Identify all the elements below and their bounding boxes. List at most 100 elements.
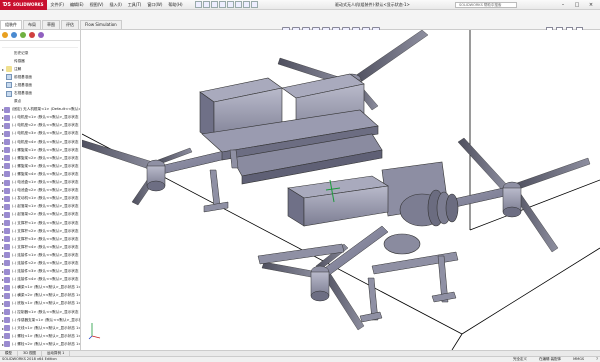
tree-item[interactable]: ▸ (-) 发动机<1> (默认<<默认>_显示状态 1>) (2, 195, 80, 203)
menu-item[interactable]: 插入(I) (109, 2, 121, 8)
tree-item[interactable]: 历史记录 (2, 49, 80, 57)
tree-item[interactable]: ▸ (-) 螺旋桨<1> (默认<<默认>_显示状态 1>) (2, 146, 80, 154)
tree-item[interactable]: ▸ (-) 电池盒<1> (默认<<默认>_显示状态 1>) (2, 179, 80, 187)
solidworks-logo[interactable]: ƊS SOLIDWORKS (0, 0, 47, 10)
tree-item[interactable]: ▸ (-) 螺旋桨<4> (默认<<默认>_显示状态 1>) (2, 170, 80, 178)
part-icon (4, 147, 11, 154)
tree-item-label: (-) 电池盒<2> (默认<<默认>_显示状态 1>) (12, 188, 80, 193)
tree-item[interactable]: ▸ (-) 连接件<2> (默认<<默认>_显示状态 1>) (2, 259, 80, 267)
save-icon[interactable] (210, 1, 218, 8)
tree-item[interactable]: ▸ (-) 螺栓<2> (默认<<默认>_显示状态 1>) (2, 340, 80, 348)
tree-item[interactable]: ▸ (-) 控制器<1> (默认<<默认>_显示状态 1>) (2, 308, 80, 316)
tree-filter[interactable] (2, 42, 78, 48)
display-manager-tab-icon[interactable] (38, 32, 44, 38)
open-file-icon[interactable] (202, 1, 210, 8)
tree-item-label: (-) 控制器<1> (默认<<默认>_显示状态 1>) (12, 309, 80, 314)
menu-item[interactable]: 视图(V) (90, 2, 104, 8)
status-version: SOLIDWORKS 2018 x64 Edition (2, 357, 57, 361)
command-tab[interactable]: 评估 (61, 20, 79, 29)
tree-item-label: (-) 电机座<4> (默认<<默认>_显示状态 1>) (12, 139, 80, 144)
tree-item-label: (-) 连接件<4> (默认<<默认>_显示状态 1>) (12, 277, 80, 282)
tree-item-label: (-) 起落架<1> (默认<<默认>_显示状态 1>) (12, 204, 80, 209)
dimxpert-tab-icon[interactable] (29, 32, 35, 38)
solidworks-window: ƊS SOLIDWORKS 文件(F) 编辑(E) 视图(V) 插入(I) 工具(T) 窗… (0, 0, 600, 362)
menu-item[interactable]: 编辑(E) (70, 2, 84, 8)
tree-item[interactable]: 上视基准面 (2, 81, 80, 89)
tree-item-label: (-) 支撑杆<2> (默认<<默认>_显示状态 1>) (12, 228, 80, 233)
part-icon (4, 341, 11, 348)
rebuild-icon[interactable] (242, 1, 250, 8)
tree-item[interactable]: ▸ (-) 电机座<1> (默认<<默认>_显示状态 1>) (2, 114, 80, 122)
command-tab[interactable]: 布局 (23, 20, 41, 29)
featuremanager-tab-icon[interactable] (2, 32, 8, 38)
tree-item-label: (-) 连接件<1> (默认<<默认>_显示状态 1>) (12, 252, 80, 257)
tree-item[interactable]: ▸ (-) 支撑杆<3> (默认<<默认>_显示状态 1>) (2, 235, 80, 243)
tree-item-label: (-) 电机座<1> (默认<<默认>_显示状态 1>) (12, 115, 80, 120)
menu-item[interactable]: 帮助(H) (168, 2, 182, 8)
document-title: 驱动式无人机(组装件)·默认<显示状态·1> (335, 2, 410, 7)
tree-item[interactable]: ▸ (-) 起落架<2> (默认<<默认>_显示状态 1>) (2, 211, 80, 219)
tree-item-label: (-) 传感器支架<1> (默认<<默认>_显示状态 1>) (12, 317, 80, 322)
maximize-button[interactable]: □ (572, 1, 582, 9)
undo-icon[interactable] (226, 1, 234, 8)
select-icon[interactable] (234, 1, 242, 8)
tree-item[interactable]: ▸ (-) 电机座<2> (默认<<默认>_显示状态 1>) (2, 122, 80, 130)
tree-item[interactable]: 右视基准面 (2, 89, 80, 97)
quick-access-toolbar (194, 1, 259, 8)
new-file-icon[interactable] (194, 1, 202, 8)
tree-item[interactable]: ▸ (-) 螺栓<1> (默认<<默认>_显示状态 1>) (2, 332, 80, 340)
status-item: MMGS (573, 357, 585, 361)
graphics-area[interactable] (79, 29, 600, 351)
brand-name: SOLIDWORKS (13, 2, 44, 7)
help-search-input[interactable]: SOLIDWORKS 帮助中搜索 (455, 2, 517, 8)
tree-item[interactable]: ▸ (-) 连接件<1> (默认<<默认>_显示状态 1>) (2, 251, 80, 259)
command-tab[interactable]: 草图 (42, 20, 60, 29)
tree-item[interactable]: ▸ (-) 起落架<1> (默认<<默认>_显示状态 1>) (2, 203, 80, 211)
command-tab[interactable]: Flow Simulation (80, 20, 122, 29)
tree-item-label: (-) 支撑杆<1> (默认<<默认>_显示状态 1>) (12, 220, 80, 225)
tree-item[interactable]: ▸ (-) 天线<1> (默认<<默认>_显示状态 1>) (2, 324, 80, 332)
tree-item-label: (-) 发动机<1> (默认<<默认>_显示状态 1>) (12, 196, 80, 201)
status-item: 在编辑 装配体 (539, 357, 562, 361)
tree-item[interactable]: ▸ (-) 横梁<1> (默认<<默认>_显示状态 1>) (2, 284, 80, 292)
tree-item[interactable]: ▸ (-) 连接件<3> (默认<<默认>_显示状态 1>) (2, 268, 80, 276)
menu-item[interactable]: 工具(T) (128, 2, 142, 8)
part-icon (4, 187, 11, 194)
tree-item[interactable]: ▸ (-) 电池盒<2> (默认<<默认>_显示状态 1>) (2, 187, 80, 195)
tree-item[interactable]: ▸ (-) 底板<1> (默认<<默认>_显示状态 1>) (2, 300, 80, 308)
part-icon (4, 276, 11, 283)
print-icon[interactable] (218, 1, 226, 8)
menu-item[interactable]: 窗口(W) (147, 2, 162, 8)
tree-item[interactable]: ▸ (-) 支撑杆<2> (默认<<默认>_显示状态 1>) (2, 227, 80, 235)
tree-item[interactable]: ▸ (-) 支撑杆<1> (默认<<默认>_显示状态 1>) (2, 219, 80, 227)
tree-item[interactable]: ▸ (-) 螺旋桨<2> (默认<<默认>_显示状态 1>) (2, 154, 80, 162)
options-icon[interactable] (250, 1, 258, 8)
configurationmanager-tab-icon[interactable] (20, 32, 26, 38)
tree-item-label: (-) 电机座<2> (默认<<默认>_显示状态 1>) (12, 123, 80, 128)
tree-item[interactable]: ▸ (-) 支撑杆<4> (默认<<默认>_显示状态 1>) (2, 243, 80, 251)
controller-box (287, 175, 389, 227)
minimize-button[interactable]: – (558, 1, 568, 9)
part-icon (4, 130, 11, 137)
tree-item[interactable]: ▸(-) 传感器支架<1> (默认<<默认>_显示状态 1>) (2, 316, 80, 324)
tree-item[interactable]: ▸(固定) 无人机框架<1> (Default<<默认>_显示状态 1>) (2, 106, 80, 114)
propertymanager-tab-icon[interactable] (11, 32, 17, 38)
tree-item[interactable]: ▸ 注解 (2, 65, 80, 73)
part-icon (4, 220, 11, 227)
tree-item[interactable]: 传感器 (2, 57, 80, 65)
part-icon (4, 333, 11, 340)
tree-item[interactable]: ▸ (-) 连接件<4> (默认<<默认>_显示状态 1>) (2, 276, 80, 284)
tree-item[interactable]: ▸ (-) 电机座<3> (默认<<默认>_显示状态 1>) (2, 130, 80, 138)
tree-item-label: 历史记录 (14, 50, 29, 55)
tree-item[interactable]: 原点 (2, 98, 80, 106)
tree-item[interactable]: ▸ (-) 电机座<4> (默认<<默认>_显示状态 1>) (2, 138, 80, 146)
tree-item[interactable]: ▸ (-) 横梁<2> (默认<<默认>_显示状态 1>) (2, 292, 80, 300)
tree-item[interactable]: 前视基准面 (2, 73, 80, 81)
menu-item[interactable]: 文件(F) (51, 2, 64, 8)
part-icon (4, 244, 11, 251)
tree-item-label: (-) 螺旋桨<4> (默认<<默认>_显示状态 1>) (12, 171, 80, 176)
tree-item[interactable]: ▸ (-) 螺旋桨<3> (默认<<默认>_显示状态 1>) (2, 162, 80, 170)
command-tab[interactable]: 组装件 (0, 20, 22, 29)
close-button[interactable]: × (586, 1, 596, 9)
tree-item-label: 传感器 (14, 58, 25, 63)
